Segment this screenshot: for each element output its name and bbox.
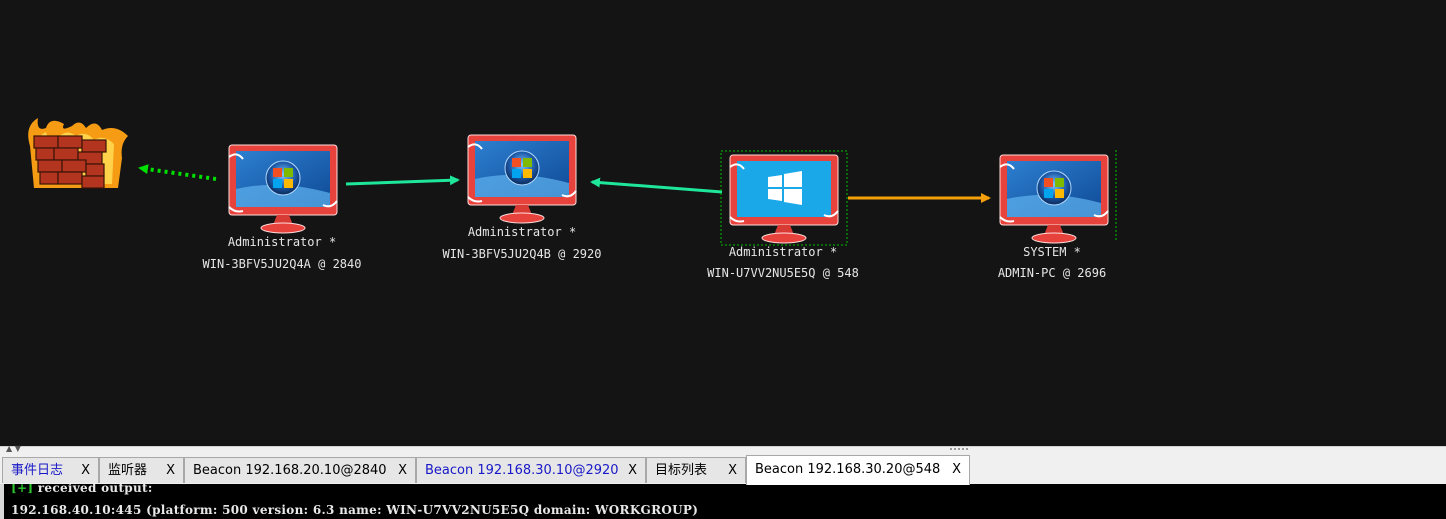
- tab-beacon-548[interactable]: Beacon 192.168.30.20@548 X: [746, 455, 970, 485]
- pivot-graph[interactable]: Administrator * WIN-3BFV5JU2Q4A @ 2840 A…: [0, 0, 1446, 446]
- collapse-arrows-icon[interactable]: ▲ ▼: [6, 444, 21, 453]
- edge-node1-to-node2: [345, 175, 460, 186]
- node-label-host: WIN-U7VV2NU5E5Q @ 548: [707, 266, 859, 280]
- tab-beacon-2920[interactable]: Beacon 192.168.30.10@2920 X: [416, 457, 646, 483]
- tab-bar: 事件日志 X 监听器 X Beacon 192.168.20.10@2840 X…: [0, 455, 1446, 485]
- close-icon[interactable]: X: [628, 458, 637, 483]
- tab-beacon-2840[interactable]: Beacon 192.168.20.10@2840 X: [184, 457, 416, 483]
- node-win7-monitor: [467, 134, 577, 224]
- close-icon[interactable]: X: [398, 458, 407, 483]
- console-line: 192.168.40.10:445 (platform: 500 version…: [11, 503, 699, 517]
- tab-listeners[interactable]: 监听器 X: [99, 457, 184, 483]
- node-win7-monitor: [228, 144, 338, 234]
- tab-event-log[interactable]: 事件日志 X: [2, 457, 99, 483]
- tab-label: Beacon 192.168.30.20@548: [755, 462, 941, 477]
- tab-targets[interactable]: 目标列表 X: [646, 457, 746, 483]
- close-icon[interactable]: X: [952, 456, 961, 484]
- node-label-user: Administrator *: [227, 235, 337, 249]
- node-label-user: SYSTEM *: [1023, 245, 1081, 259]
- console-line: [+] received output:: [11, 484, 153, 495]
- node-label-host: WIN-3BFV5JU2Q4B @ 2920: [442, 247, 602, 261]
- tab-label: Beacon 192.168.30.10@2920: [425, 463, 619, 478]
- tab-label: Beacon 192.168.20.10@2840: [193, 463, 387, 478]
- splitter-grip[interactable]: [950, 448, 968, 452]
- node-win10-monitor: [729, 154, 839, 244]
- tab-label: 事件日志: [11, 463, 64, 478]
- node-label-host: ADMIN-PC @ 2696: [997, 266, 1107, 280]
- edge-node1-to-firewall: [138, 164, 217, 181]
- close-icon[interactable]: X: [166, 458, 175, 483]
- firewall-icon: [28, 118, 129, 189]
- tab-label: 监听器: [108, 463, 148, 478]
- node-win7-monitor: [999, 154, 1109, 244]
- success-tag: [+]: [11, 484, 34, 495]
- node-label-user: Administrator *: [728, 245, 838, 259]
- close-icon[interactable]: X: [81, 458, 90, 483]
- console-text: received output:: [33, 484, 153, 495]
- node-label-host: WIN-3BFV5JU2Q4A @ 2840: [202, 257, 362, 271]
- beacon-console-output[interactable]: [+] received output: 192.168.40.10:445 (…: [0, 484, 1446, 519]
- node-label-user: Administrator *: [467, 225, 577, 239]
- close-icon[interactable]: X: [728, 458, 737, 483]
- tab-label: 目标列表: [655, 463, 708, 478]
- edge-node3-to-node2: [590, 177, 723, 194]
